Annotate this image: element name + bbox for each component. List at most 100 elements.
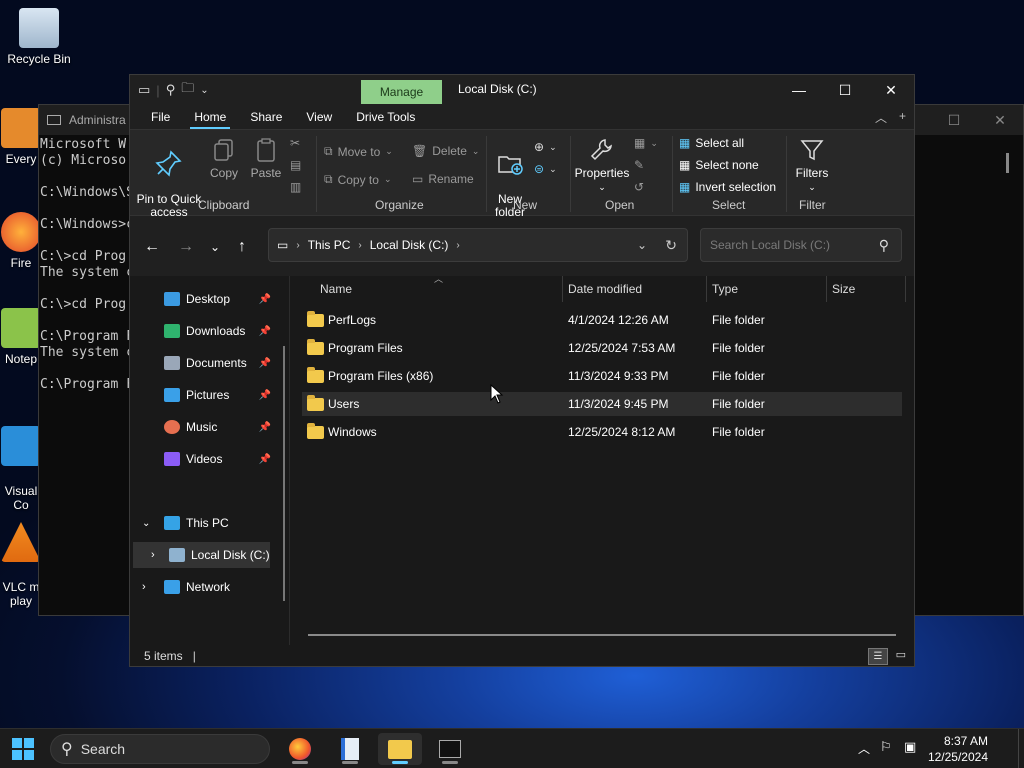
show-hidden-icons-chevron-icon[interactable]: ︿ <box>858 740 870 757</box>
network-status-icon[interactable]: ⚐ <box>880 739 892 755</box>
paste-button[interactable]: Paste <box>248 136 284 180</box>
column-divider[interactable] <box>826 276 827 302</box>
show-desktop-button[interactable] <box>1018 729 1024 768</box>
chevron-right-icon[interactable]: › <box>142 581 164 593</box>
open-icon[interactable]: ▦ ⌄ <box>634 136 658 150</box>
chevron-right-icon[interactable]: › <box>151 549 169 561</box>
file-row[interactable]: Windows 12/25/2024 8:12 AM File folder <box>302 420 902 444</box>
address-dropdown-icon[interactable]: ⌄ <box>637 238 647 252</box>
copy-button[interactable]: Copy <box>206 136 242 180</box>
search-icon[interactable]: ⚲ <box>879 237 889 254</box>
column-header-size[interactable]: Size <box>832 276 855 302</box>
pin-to-quick-access-button[interactable]: Pin to Quick access <box>136 136 202 219</box>
nav-item-music[interactable]: Music 📌 <box>130 414 275 440</box>
address-bar[interactable]: ▭ › This PC › Local Disk (C:) › ⌄ ↻ <box>268 228 688 262</box>
invert-selection-button[interactable]: ▦ Invert selection <box>679 180 776 194</box>
nav-item-network[interactable]: › Network <box>130 574 275 600</box>
copy-to-button[interactable]: ⧉ Copy to ⌄ <box>324 172 391 187</box>
nav-item-local-disk[interactable]: › Local Disk (C:) <box>133 542 270 568</box>
cmd-maximize-icon[interactable]: ☐ <box>931 105 977 135</box>
up-arrow-icon[interactable]: ↑ <box>238 238 246 256</box>
easy-access-icon[interactable]: ⊜ ⌄ <box>534 162 557 176</box>
horizontal-scrollbar[interactable] <box>308 634 896 636</box>
large-icons-view-icon[interactable]: ▭ <box>896 648 906 661</box>
collapse-ribbon-icon[interactable]: ︿ <box>875 109 887 126</box>
tab-manage[interactable]: Manage <box>361 80 442 104</box>
cmd-close-icon[interactable]: ✕ <box>977 105 1023 135</box>
tab-drive-tools[interactable]: Drive Tools <box>344 110 427 129</box>
column-divider[interactable] <box>905 276 906 302</box>
pin-icon[interactable]: 📌 <box>259 326 271 337</box>
start-button[interactable] <box>12 738 34 760</box>
column-header-type[interactable]: Type <box>712 276 738 302</box>
new-folder-qat-icon[interactable]: 🗀 <box>181 79 194 101</box>
details-view-icon[interactable]: ☰ <box>868 648 888 665</box>
paste-shortcut-icon[interactable]: ▥ <box>290 180 301 194</box>
pin-icon[interactable]: 📌 <box>259 454 271 465</box>
column-divider[interactable] <box>706 276 707 302</box>
properties-icon[interactable]: ⚲ <box>166 82 176 98</box>
refresh-icon[interactable]: ↻ <box>665 237 677 254</box>
desktop-icon-recycle-bin[interactable]: Recycle Bin <box>0 8 78 66</box>
file-explorer-window[interactable]: ▭ | ⚲ 🗀 ⌄ Manage Local Disk (C:) — ☐ ✕ F… <box>129 74 915 667</box>
forward-arrow-icon[interactable]: → <box>178 238 194 256</box>
nav-item-documents[interactable]: Documents 📌 <box>130 350 275 376</box>
file-row[interactable]: Program Files (x86) 11/3/2024 9:33 PM Fi… <box>302 364 902 388</box>
select-all-button[interactable]: ▦ Select all <box>679 136 744 150</box>
search-input[interactable]: Search Local Disk (C:) ⚲ <box>700 228 902 262</box>
nav-item-this-pc[interactable]: ⌄ This PC <box>130 510 275 536</box>
column-header-date-modified[interactable]: Date modified <box>568 276 642 302</box>
nav-item-desktop[interactable]: Desktop 📌 <box>130 286 275 312</box>
display-icon[interactable]: ▣ <box>904 739 916 755</box>
tab-share[interactable]: Share <box>238 110 294 129</box>
nav-item-downloads[interactable]: Downloads 📌 <box>130 318 275 344</box>
properties-button[interactable]: Properties ⌄ <box>574 136 630 194</box>
rename-button[interactable]: ▭ Rename <box>412 172 474 186</box>
chevron-right-icon[interactable]: › <box>358 240 361 251</box>
tab-home[interactable]: Home <box>182 110 238 129</box>
taskbar-search[interactable]: ⚲ Search <box>50 734 270 764</box>
taskbar-terminal[interactable] <box>428 733 472 765</box>
pin-icon[interactable]: 📌 <box>259 358 271 369</box>
new-item-icon[interactable]: ⊕ ⌄ <box>534 140 557 154</box>
system-clock[interactable]: 8:37 AM 12/25/2024 <box>928 733 988 765</box>
maximize-icon[interactable]: ☐ <box>822 75 868 105</box>
taskbar-notepad[interactable] <box>328 733 372 765</box>
minimize-icon[interactable]: — <box>776 75 822 105</box>
column-header-name[interactable]: Name <box>320 276 352 302</box>
file-list[interactable]: ︿ Name Date modified Type Size PerfLogs … <box>290 274 914 645</box>
nav-item-videos[interactable]: Videos 📌 <box>130 446 275 472</box>
back-arrow-icon[interactable]: ← <box>144 238 160 256</box>
file-row[interactable]: Program Files 12/25/2024 7:53 AM File fo… <box>302 336 902 360</box>
nav-item-pictures[interactable]: Pictures 📌 <box>130 382 275 408</box>
column-divider[interactable] <box>562 276 563 302</box>
filters-button[interactable]: Filters ⌄ <box>792 136 832 194</box>
breadcrumb-local-disk[interactable]: Local Disk (C:) <box>370 238 449 252</box>
delete-button[interactable]: 🗑 Delete ⌄ <box>412 144 479 158</box>
file-row[interactable]: Users 11/3/2024 9:45 PM File folder <box>302 392 902 416</box>
pin-icon[interactable]: 📌 <box>259 422 271 433</box>
add-tab-icon[interactable]: + <box>899 109 906 126</box>
copy-path-icon[interactable]: ▤ <box>290 158 301 172</box>
tab-view[interactable]: View <box>294 110 344 129</box>
explorer-titlebar[interactable]: ▭ | ⚲ 🗀 ⌄ Manage Local Disk (C:) — ☐ ✕ <box>130 75 914 105</box>
tab-file[interactable]: File <box>139 110 182 129</box>
history-icon[interactable]: ↺ <box>634 180 644 194</box>
close-icon[interactable]: ✕ <box>868 75 914 105</box>
move-to-button[interactable]: ⧉ Move to ⌄ <box>324 144 393 159</box>
taskbar-firefox[interactable] <box>278 733 322 765</box>
edit-icon[interactable]: ✎ <box>634 158 644 172</box>
pin-icon[interactable]: 📌 <box>259 294 271 305</box>
taskbar-file-explorer[interactable] <box>378 733 422 765</box>
cmd-scrollbar[interactable] <box>1006 153 1009 173</box>
pin-icon[interactable]: 📌 <box>259 390 271 401</box>
cut-icon[interactable]: ✂ <box>290 136 300 150</box>
breadcrumb-this-pc[interactable]: This PC <box>308 238 351 252</box>
nav-scrollbar[interactable] <box>283 346 285 601</box>
navigation-pane[interactable]: Desktop 📌 Downloads 📌 Documents 📌 Pictures 📌… <box>130 276 290 645</box>
file-row[interactable]: PerfLogs 4/1/2024 12:26 AM File folder <box>302 308 902 332</box>
chevron-right-icon[interactable]: › <box>456 240 459 251</box>
chevron-down-icon[interactable]: ⌄ <box>200 85 208 96</box>
chevron-down-icon[interactable]: ⌄ <box>142 518 164 529</box>
recent-locations-chevron-icon[interactable]: ⌄ <box>210 240 220 254</box>
